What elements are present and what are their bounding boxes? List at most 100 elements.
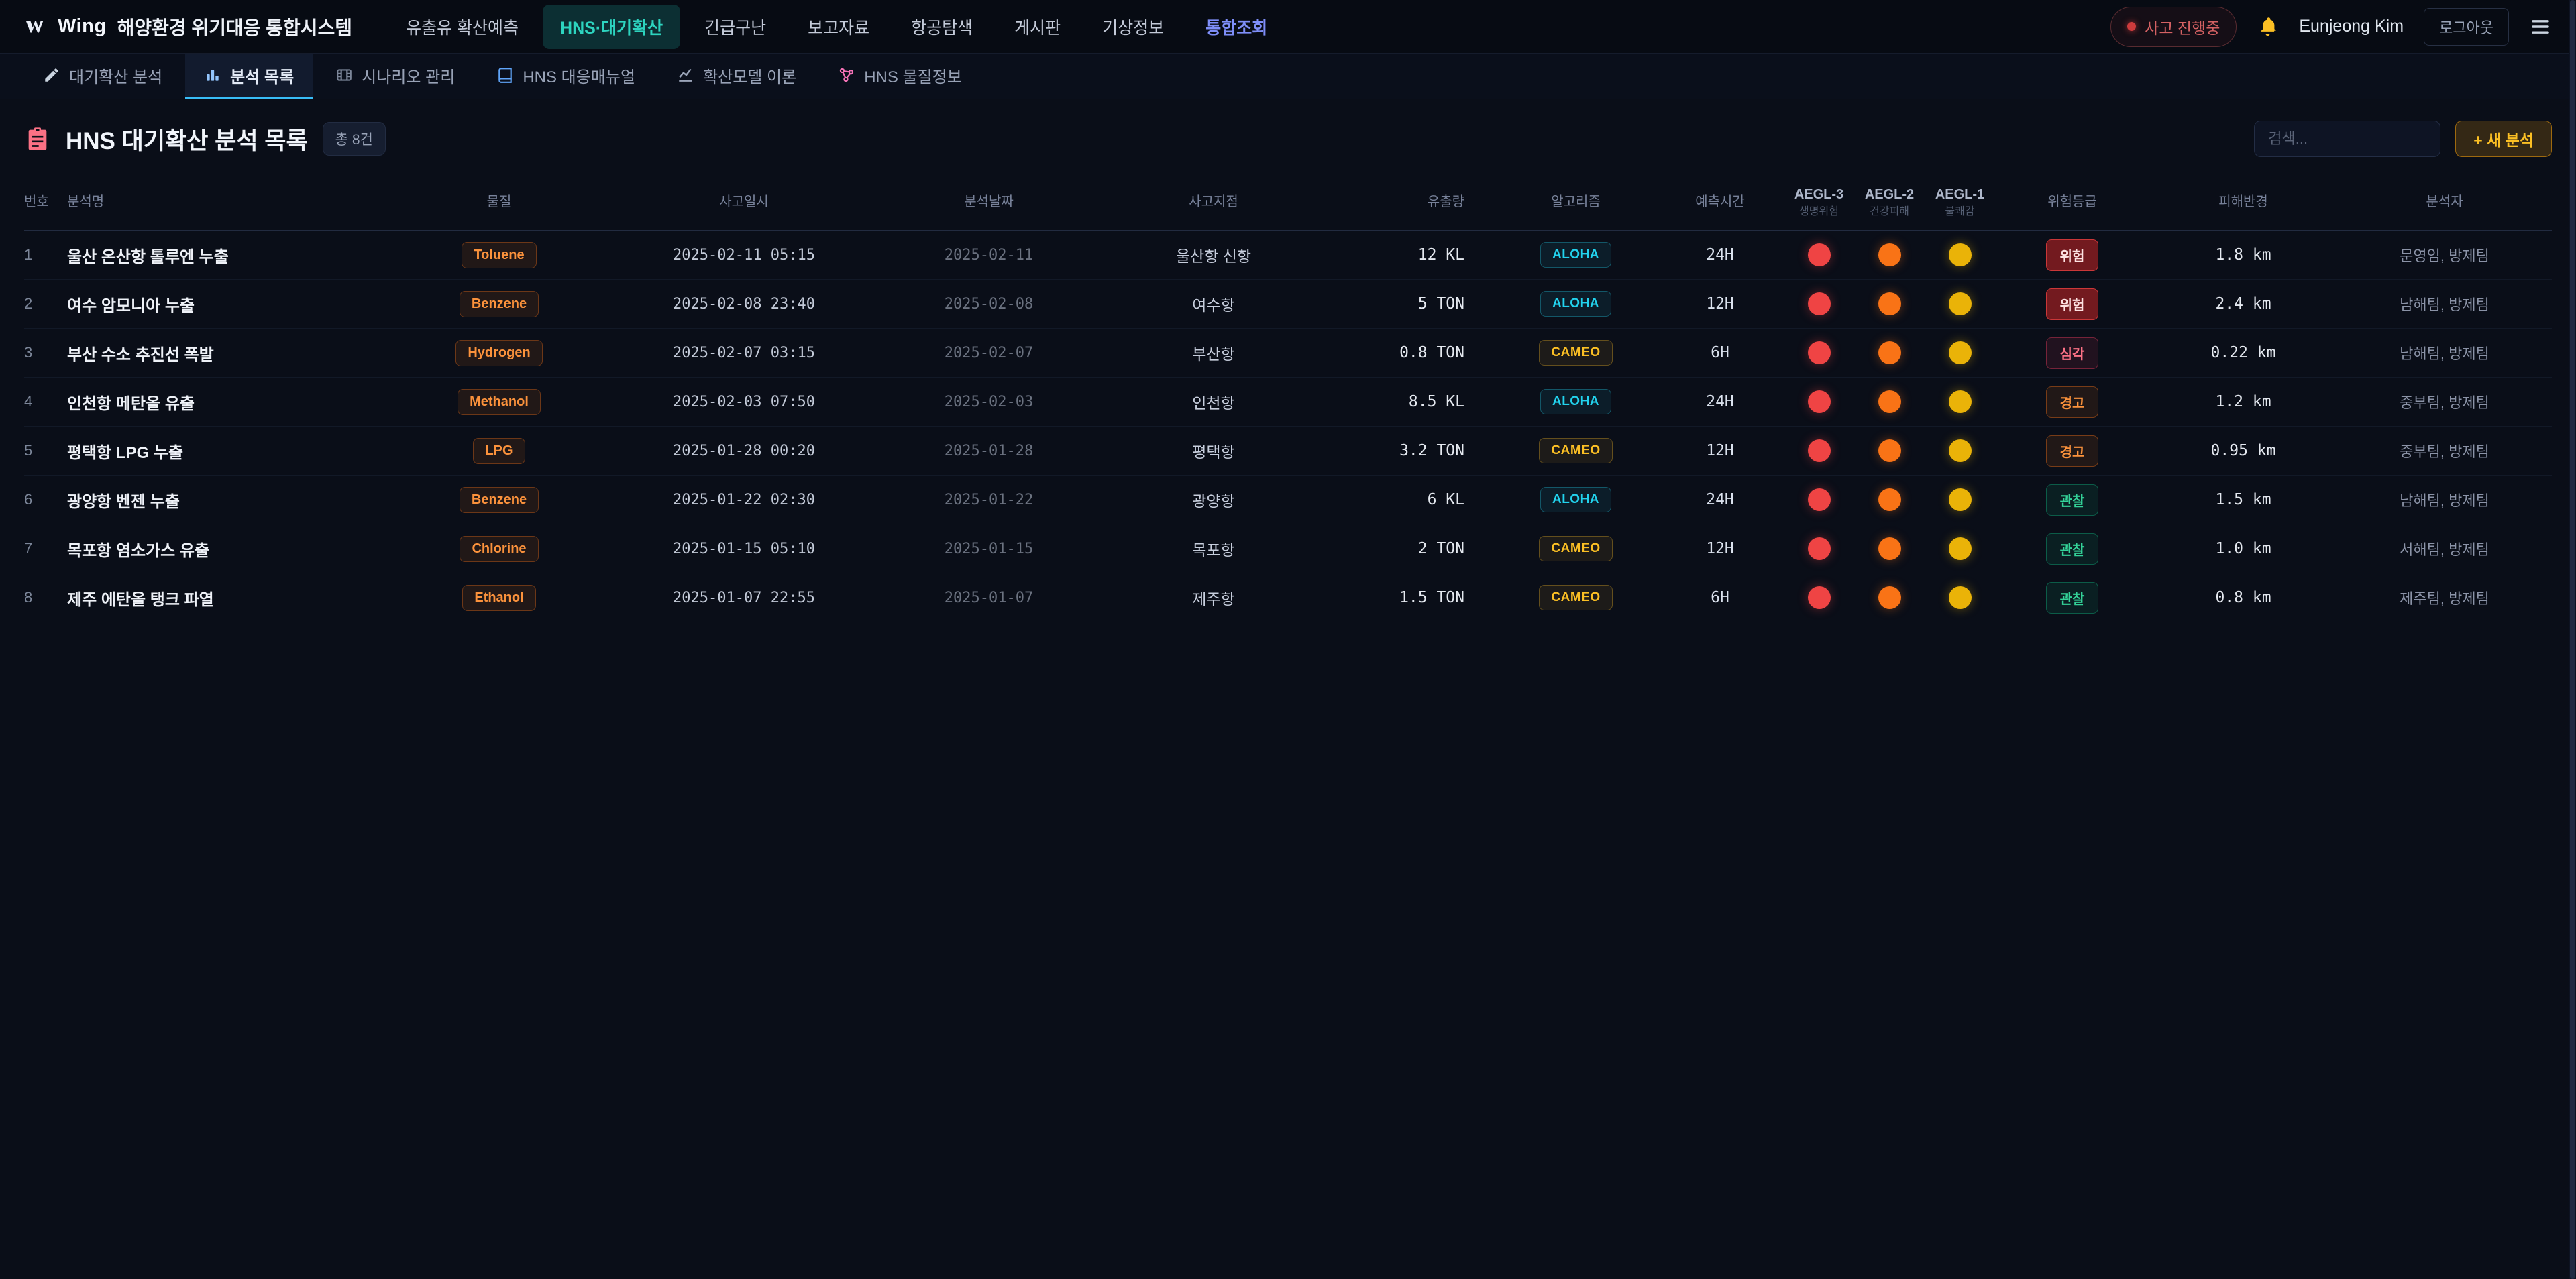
bell-icon[interactable] (2257, 15, 2279, 38)
table-row[interactable]: 7목포항 염소가스 유출Chlorine2025-01-15 05:102025… (24, 524, 2552, 573)
logout-button[interactable]: 로그아웃 (2424, 8, 2509, 46)
cell-aegl-1 (1925, 243, 1995, 266)
pencil-icon (43, 66, 60, 84)
cell-predict-time: 12H (1656, 540, 1784, 557)
cell-no: 2 (24, 295, 67, 313)
nav-item-5[interactable]: 게시판 (997, 5, 1078, 49)
tab-5[interactable]: HNS 물질정보 (819, 54, 981, 99)
total-count-badge: 총 8건 (323, 122, 386, 156)
algorithm-badge: CAMEO (1539, 438, 1612, 463)
tab-4[interactable]: 확산모델 이론 (658, 54, 815, 99)
cell-amount: 3.2 TON (1328, 442, 1495, 459)
aegl-1-indicator-icon (1949, 586, 1972, 609)
table-row[interactable]: 3부산 수소 추진선 폭발Hydrogen2025-02-07 03:15202… (24, 329, 2552, 378)
cell-algorithm: CAMEO (1495, 536, 1656, 561)
hamburger-menu-icon[interactable] (2529, 15, 2552, 38)
cell-analysis-date: 2025-02-03 (878, 394, 1099, 410)
tab-2[interactable]: 시나리오 관리 (317, 54, 474, 99)
aegl-3-indicator-icon (1808, 586, 1831, 609)
aegl-1-indicator-icon (1949, 390, 1972, 413)
cell-damage-radius: 1.8 km (2149, 246, 2337, 264)
algorithm-badge: CAMEO (1539, 340, 1612, 366)
scrollbar[interactable] (2569, 0, 2576, 1279)
tab-0[interactable]: 대기확산 분석 (24, 54, 181, 99)
nav-item-0[interactable]: 유출유 확산예측 (388, 5, 536, 49)
cell-aegl-3 (1784, 243, 1854, 266)
tab-bar: 대기확산 분석분석 목록시나리오 관리HNS 대응매뉴얼 확산모델 이론 HNS 물… (0, 54, 2576, 99)
clipboard-icon (24, 125, 51, 152)
cell-aegl-1 (1925, 292, 1995, 315)
cell-analysis-name: 목포항 염소가스 유출 (67, 537, 388, 561)
column-header-analyst: 분석자 (2337, 187, 2552, 217)
tab-3[interactable]: HNS 대응매뉴얼 (478, 54, 654, 99)
aegl-1-indicator-icon (1949, 341, 1972, 364)
cell-location: 평택항 (1099, 439, 1328, 462)
cell-amount: 2 TON (1328, 540, 1495, 557)
table-row[interactable]: 5평택항 LPG 누출LPG2025-01-28 00:202025-01-28… (24, 427, 2552, 476)
nav-item-6[interactable]: 기상정보 (1085, 5, 1181, 49)
cell-amount: 0.8 TON (1328, 344, 1495, 362)
tab-1[interactable]: 분석 목록 (185, 54, 313, 99)
cell-risk-grade: 관찰 (1995, 533, 2149, 565)
cell-no: 7 (24, 540, 67, 557)
substance-badge: Ethanol (462, 585, 535, 611)
cell-analysis-name: 여수 암모니아 누출 (67, 292, 388, 316)
cell-amount: 5 TON (1328, 295, 1495, 313)
cell-accident-datetime: 2025-02-08 23:40 (610, 296, 878, 313)
column-header-substance: 물질 (388, 187, 610, 217)
column-header-datetime: 사고일시 (610, 187, 878, 217)
cell-damage-radius: 0.95 km (2149, 442, 2337, 459)
cell-analysis-date: 2025-01-07 (878, 590, 1099, 606)
cell-location: 목포항 (1099, 537, 1328, 560)
cell-no: 1 (24, 246, 67, 264)
new-analysis-button[interactable]: + 새 분석 (2455, 121, 2552, 157)
cell-analysis-name: 평택항 LPG 누출 (67, 439, 388, 463)
algorithm-badge: ALOHA (1540, 291, 1611, 317)
cell-location: 광양항 (1099, 488, 1328, 511)
column-header-aegl1: AEGL-1불쾌감 (1925, 180, 1995, 225)
aegl-1-indicator-icon (1949, 439, 1972, 462)
book-icon (496, 66, 514, 84)
nav-item-2[interactable]: 긴급구난 (687, 5, 784, 49)
nav-item-4[interactable]: 항공탐색 (894, 5, 990, 49)
cell-risk-grade: 심각 (1995, 337, 2149, 369)
cell-predict-time: 24H (1656, 246, 1784, 264)
risk-grade-badge: 경고 (2046, 386, 2099, 418)
search-input[interactable] (2254, 121, 2440, 157)
page-title: HNS 대기확산 분석 목록 (66, 122, 308, 156)
cell-algorithm: CAMEO (1495, 438, 1656, 463)
table-row[interactable]: 6광양항 벤젠 누출Benzene2025-01-22 02:302025-01… (24, 476, 2552, 524)
table-row[interactable]: 1울산 온산항 톨루엔 누출Toluene2025-02-11 05:15202… (24, 231, 2552, 280)
cell-aegl-2 (1854, 341, 1925, 364)
cell-analyst: 중부팀, 방제팀 (2337, 391, 2552, 412)
cell-analysis-name: 광양항 벤젠 누출 (67, 488, 388, 512)
cell-substance: Benzene (388, 487, 610, 513)
table-row[interactable]: 2여수 암모니아 누출Benzene2025-02-08 23:402025-0… (24, 280, 2552, 329)
nav-item-3[interactable]: 보고자료 (790, 5, 887, 49)
aegl-3-indicator-icon (1808, 390, 1831, 413)
risk-grade-badge: 관찰 (2046, 533, 2099, 565)
cell-analysis-name: 인천항 메탄올 유출 (67, 390, 388, 414)
cell-damage-radius: 0.22 km (2149, 344, 2337, 362)
analysis-table: 번호분석명물질사고일시분석날짜사고지점유출량알고리즘예측시간AEGL-3생명위험… (0, 174, 2576, 622)
aegl-3-indicator-icon (1808, 243, 1831, 266)
tab-label: 확산모델 이론 (703, 64, 796, 87)
status-badge-label: 사고 진행중 (2145, 15, 2220, 38)
table-row[interactable]: 8제주 에탄올 탱크 파열Ethanol2025-01-07 22:552025… (24, 573, 2552, 622)
nav-item-1[interactable]: HNS·대기확산 (543, 5, 680, 49)
table-row[interactable]: 4인천항 메탄올 유출Methanol2025-02-03 07:502025-… (24, 378, 2552, 427)
cell-amount: 1.5 TON (1328, 589, 1495, 606)
user-name: Eunjeong Kim (2299, 17, 2404, 36)
cell-location: 울산항 신항 (1099, 243, 1328, 266)
cell-substance: Hydrogen (388, 340, 610, 366)
cell-analysis-name: 부산 수소 추진선 폭발 (67, 341, 388, 365)
cell-risk-grade: 관찰 (1995, 484, 2149, 516)
cell-substance: Methanol (388, 389, 610, 415)
cell-accident-datetime: 2025-01-15 05:10 (610, 541, 878, 557)
risk-grade-badge: 심각 (2046, 337, 2099, 369)
cell-aegl-2 (1854, 390, 1925, 413)
nav-item-7[interactable]: 통합조회 (1188, 5, 1285, 49)
aegl-2-indicator-icon (1878, 390, 1901, 413)
scrollbar-thumb[interactable] (2570, 0, 2575, 1279)
table-header: 번호분석명물질사고일시분석날짜사고지점유출량알고리즘예측시간AEGL-3생명위험… (24, 174, 2552, 231)
